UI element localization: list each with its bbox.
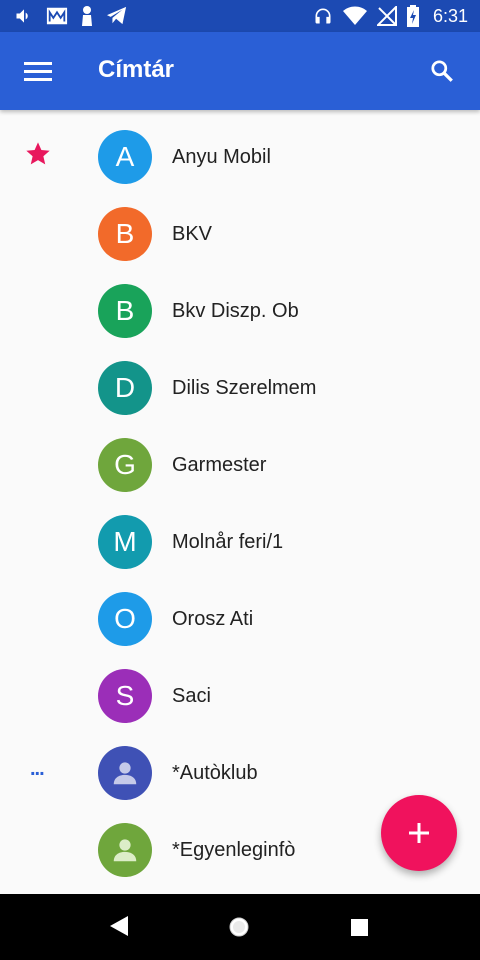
contact-row[interactable]: B Bkv Diszp. Ob — [0, 272, 480, 349]
avatar: A — [98, 130, 152, 184]
wifi-icon — [342, 6, 367, 25]
navigation-bar — [0, 894, 480, 960]
page-title: Címtár — [98, 56, 175, 83]
search-button[interactable] — [418, 50, 466, 92]
contact-list: A Anyu Mobil B BKV B Bkv Diszp. Ob D Dil… — [0, 118, 480, 888]
contact-name: Saci — [172, 685, 211, 707]
avatar: B — [98, 207, 152, 261]
search-icon — [431, 60, 453, 82]
hamburger-menu-icon — [24, 62, 52, 81]
person-icon — [113, 762, 137, 785]
contact-row[interactable]: M Molnår feri/1 — [0, 503, 480, 580]
contact-name: Anyu Mobil — [172, 146, 271, 168]
contact-name: Dilis Szerelmem — [172, 377, 317, 399]
avatar: M — [98, 515, 152, 569]
contact-name: Garmester — [172, 454, 267, 476]
star-icon — [26, 142, 50, 165]
avatar: B — [98, 284, 152, 338]
volume-icon — [16, 9, 28, 23]
avatar: S — [98, 669, 152, 723]
avatar: O — [98, 592, 152, 646]
contact-name: Bkv Diszp. Ob — [172, 300, 299, 322]
home-icon[interactable] — [228, 916, 250, 938]
contact-name: Molnår feri/1 — [172, 531, 284, 553]
contact-row[interactable]: A Anyu Mobil — [0, 118, 480, 195]
avatar: D — [98, 361, 152, 415]
avatar: G — [98, 438, 152, 492]
recent-apps-icon[interactable] — [351, 919, 368, 936]
tie-icon — [82, 6, 92, 26]
headphones-icon — [315, 8, 331, 24]
contact-row[interactable]: S Saci — [0, 657, 480, 734]
status-bar: 6:31 — [0, 0, 480, 32]
telegram-icon — [107, 6, 127, 25]
email-icon — [46, 7, 68, 25]
avatar — [98, 746, 152, 800]
back-icon[interactable] — [108, 914, 130, 938]
status-left-icons — [14, 6, 128, 26]
contact-name: *Autòklub — [172, 762, 258, 784]
contact-row[interactable]: D Dilis Szerelmem — [0, 349, 480, 426]
contact-row[interactable]: O Orosz Ati — [0, 580, 480, 657]
clock: 6:31 — [432, 5, 468, 26]
contact-row[interactable]: G Garmester — [0, 426, 480, 503]
plus-icon — [409, 823, 429, 843]
person-icon — [113, 839, 137, 862]
contact-name: Orosz Ati — [172, 608, 254, 630]
status-right-icons: 6:31 — [313, 5, 468, 27]
add-contact-button[interactable] — [381, 795, 457, 871]
contact-name: *Egyenleginfò — [172, 839, 296, 861]
app-bar: Címtár — [0, 32, 480, 110]
contact-name: BKV — [172, 223, 213, 245]
avatar — [98, 823, 152, 877]
battery-icon — [406, 5, 419, 27]
no-signal-icon — [376, 6, 397, 26]
menu-button[interactable] — [14, 50, 62, 92]
ellipsis-marker: ... — [30, 758, 45, 780]
contact-row[interactable]: B BKV — [0, 195, 480, 272]
